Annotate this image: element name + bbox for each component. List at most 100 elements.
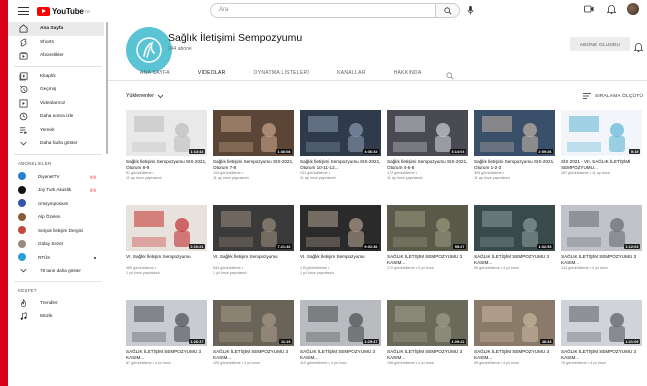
video-title[interactable]: Sağlık İletişimi Sempozyumu SIS-2021, Ot… (213, 159, 294, 171)
sidebar-item-library-0[interactable]: Kitaplık (8, 70, 108, 84)
create-button[interactable] (583, 3, 595, 15)
video-thumbnail[interactable]: 1:36:08 (213, 110, 294, 156)
video-card[interactable]: 1:09:22 SAĞLIK İLETİŞİM SEMPOZYUMU 3 KASI… (387, 300, 468, 366)
video-thumbnail[interactable]: 1:26:37 (126, 300, 207, 346)
tab-2[interactable]: OYNATMA LİSTELERİ (240, 70, 324, 80)
video-title[interactable]: VI. Sağlık İletişim Sempozyumu (126, 254, 207, 266)
video-title[interactable]: SAĞLIK İLETİŞİM SEMPOZYUMU 3 KASIM... (213, 349, 294, 361)
video-thumbnail[interactable]: 7:21:46 (213, 205, 294, 251)
video-thumbnail[interactable]: 3:14:04 (387, 110, 468, 156)
video-card[interactable]: 1:13:43 Sağlık İletişimi Sempozyumu SIS-2… (126, 110, 207, 181)
sidebar-item-library-1[interactable]: Geçmiş (8, 83, 108, 97)
video-title[interactable]: SİS 2021 - VII. SAĞLIK İLETİŞİMİ SEMPOZY… (561, 159, 642, 171)
sidebar-subscription-4[interactable]: Selçuk İletişim Dergisi (8, 224, 108, 238)
sidebar-subscription-3[interactable]: Alp Özelen (8, 210, 108, 224)
video-thumbnail[interactable]: 5:15 (561, 110, 642, 156)
video-title[interactable]: SAĞLIK İLETİŞİM SEMPOZYUMU 3 KASIM... (387, 349, 468, 361)
sidebar-subscription-1[interactable]: Joy Turk Akustik ((•)) (8, 183, 108, 197)
video-title[interactable]: SAĞLIK İLETİŞİM SEMPOZYUMU 3 KASIM... (126, 349, 207, 361)
video-card[interactable]: 7:21:46 VI. Sağlık İletişim Sempozyumu 544… (213, 205, 294, 276)
sidebar-item-library-4[interactable]: Yemek (8, 124, 108, 138)
video-thumbnail[interactable]: 46:43 (474, 300, 555, 346)
sidebar-item-library-2[interactable]: Videolarınız (8, 97, 108, 111)
video-card[interactable]: 1:32:53 SAĞLIK İLETİŞİM SEMPOZYUMU 3 KASI… (474, 205, 555, 271)
menu-icon[interactable] (18, 7, 29, 15)
sidebar-subscription-6[interactable]: RTÜK (8, 251, 108, 265)
sidebar-item-main-1[interactable]: Shorts (8, 36, 108, 50)
video-thumbnail[interactable]: 1:13:43 (126, 110, 207, 156)
video-title[interactable]: SAĞLIK İLETİŞİM SEMPOZYUMU 3 KASIM... (387, 254, 468, 266)
tab-0[interactable]: ANA SAYFA (126, 70, 184, 80)
youtube-logo[interactable]: YouTube TR (37, 6, 90, 16)
video-card[interactable]: 3:14:04 Sağlık İletişimi Sempozyumu SIS-2… (387, 110, 468, 181)
video-card[interactable]: 2:59:26 Sağlık İletişimi Sempozyumu SIS-2… (474, 110, 555, 181)
subscribed-button[interactable]: ABONE OLUNDU (570, 37, 630, 51)
uploads-filter[interactable]: Yüklenenler (126, 93, 164, 99)
channel-search-button[interactable] (446, 67, 456, 80)
video-views: 187 görüntüleme • 11 ay önce (561, 171, 610, 175)
sort-label: SIRALAMA ÖLÇÜTÜ (594, 93, 643, 99)
video-title[interactable]: Sağlık İletişimi Sempozyumu SIS-2021, Ot… (126, 159, 207, 171)
video-card[interactable]: 11:19 SAĞLIK İLETİŞİM SEMPOZYUMU 3 KASIM.… (213, 300, 294, 366)
video-card[interactable]: 55:27 SAĞLIK İLETİŞİM SEMPOZYUMU 3 KASIM.… (387, 205, 468, 271)
tab-1[interactable]: VİDEOLAR (184, 70, 240, 81)
video-title[interactable]: SAĞLIK İLETİŞİM SEMPOZYUMU 3 KASIM... (474, 349, 555, 361)
video-thumbnail[interactable]: 1:21:09 (561, 300, 642, 346)
video-card[interactable]: 2:10:21 VI. Sağlık İletişim Sempozyumu 489… (126, 205, 207, 276)
video-thumbnail[interactable]: 2:10:21 (126, 205, 207, 251)
video-duration: 1:21:09 (623, 339, 640, 344)
sidebar-subscription-5[interactable]: Gülay Sezer (8, 237, 108, 251)
sidebar-item-label: Daha fazla göster (40, 141, 78, 147)
video-thumbnail[interactable]: 1:32:53 (474, 205, 555, 251)
video-thumbnail[interactable]: 1:09:22 (387, 300, 468, 346)
sidebar-subscription-7[interactable]: 78 tane daha göster (8, 264, 108, 278)
sidebar-item-main-2[interactable]: Abonelikler (8, 49, 108, 63)
subscription-avatar (18, 226, 26, 235)
tab-4[interactable]: HAKKINDA (380, 70, 436, 80)
search-input[interactable]: Ara (210, 3, 436, 18)
sidebar-item-library-3[interactable]: Daha sonra izle (8, 110, 108, 124)
sidebar-item-main-0[interactable]: Ana Sayfa (8, 22, 104, 36)
video-card[interactable]: 9:02:36 VI. Sağlık İletişim Sempozyumu 1 B… (300, 205, 381, 276)
tab-3[interactable]: KANALLAR (323, 70, 380, 80)
video-card[interactable]: 5:15 SİS 2021 - VII. SAĞLIK İLETİŞİMİ SEM… (561, 110, 642, 176)
search-button[interactable] (436, 3, 460, 18)
video-thumbnail[interactable]: 1:25:47 (300, 300, 381, 346)
sidebar-subscription-0[interactable]: DiyanetTV ((•)) (8, 170, 108, 184)
video-title[interactable]: SAĞLIK İLETİŞİM SEMPOZYUMU 3 KASIM... (561, 254, 642, 266)
video-thumbnail[interactable]: 55:27 (387, 205, 468, 251)
sidebar-item-explore-1[interactable]: Müzik (8, 310, 108, 324)
video-title[interactable]: Sağlık İletişimi Sempozyumu SIS-2021, Ot… (474, 159, 555, 171)
notifications-button[interactable] (605, 3, 617, 15)
video-thumbnail[interactable]: 4:36:32 (300, 110, 381, 156)
video-title[interactable]: SAĞLIK İLETİŞİM SEMPOZYUMU 3 KASIM... (561, 349, 642, 361)
video-thumbnail[interactable]: 11:19 (213, 300, 294, 346)
video-thumbnail[interactable]: 1:12:03 (561, 205, 642, 251)
channel-notifications-button[interactable] (633, 39, 644, 53)
video-thumbnail[interactable]: 9:02:36 (300, 205, 381, 251)
account-avatar[interactable] (627, 3, 639, 15)
video-thumbnail[interactable]: 2:59:26 (474, 110, 555, 156)
video-title[interactable]: VI. Sağlık İletişim Sempozyumu (213, 254, 294, 266)
sidebar-item-library-5[interactable]: Daha fazla göster (8, 137, 108, 151)
voice-search-button[interactable] (465, 5, 476, 16)
video-card[interactable]: 1:12:03 SAĞLIK İLETİŞİM SEMPOZYUMU 3 KASI… (561, 205, 642, 271)
video-card[interactable]: 46:43 SAĞLIK İLETİŞİM SEMPOZYUMU 3 KASIM.… (474, 300, 555, 366)
sidebar: Ana Sayfa Shorts Abonelikler Kitaplık Geçmi… (8, 22, 109, 386)
sort-button[interactable]: SIRALAMA ÖLÇÜTÜ (582, 93, 643, 99)
playlist-icon (19, 127, 27, 134)
sidebar-item-explore-0[interactable]: Trendler (8, 297, 108, 311)
video-duration: 2:10:21 (188, 244, 205, 249)
video-title[interactable]: SAĞLIK İLETİŞİM SEMPOZYUMU 3 KASIM... (300, 349, 381, 361)
video-title[interactable]: VI. Sağlık İletişim Sempozyumu (300, 254, 381, 266)
video-card[interactable]: 4:36:32 Sağlık İletişimi Sempozyumu SIS-2… (300, 110, 381, 181)
video-duration: 1:13:43 (188, 149, 205, 154)
video-title[interactable]: SAĞLIK İLETİŞİM SEMPOZYUMU 3 KASIM... (474, 254, 555, 266)
video-title[interactable]: Sağlık İletişimi Sempozyumu SIS-2021, Ot… (300, 159, 381, 171)
video-card[interactable]: 1:25:47 SAĞLIK İLETİŞİM SEMPOZYUMU 3 KASI… (300, 300, 381, 366)
video-card[interactable]: 1:26:37 SAĞLIK İLETİŞİM SEMPOZYUMU 3 KASI… (126, 300, 207, 366)
video-card[interactable]: 1:36:08 Sağlık İletişimi Sempozyumu SIS-2… (213, 110, 294, 181)
sidebar-subscription-2[interactable]: cimsymposium (8, 197, 108, 211)
video-card[interactable]: 1:21:09 SAĞLIK İLETİŞİM SEMPOZYUMU 3 KASI… (561, 300, 642, 366)
video-title[interactable]: Sağlık İletişimi Sempozyumu SIS-2021, Ot… (387, 159, 468, 171)
